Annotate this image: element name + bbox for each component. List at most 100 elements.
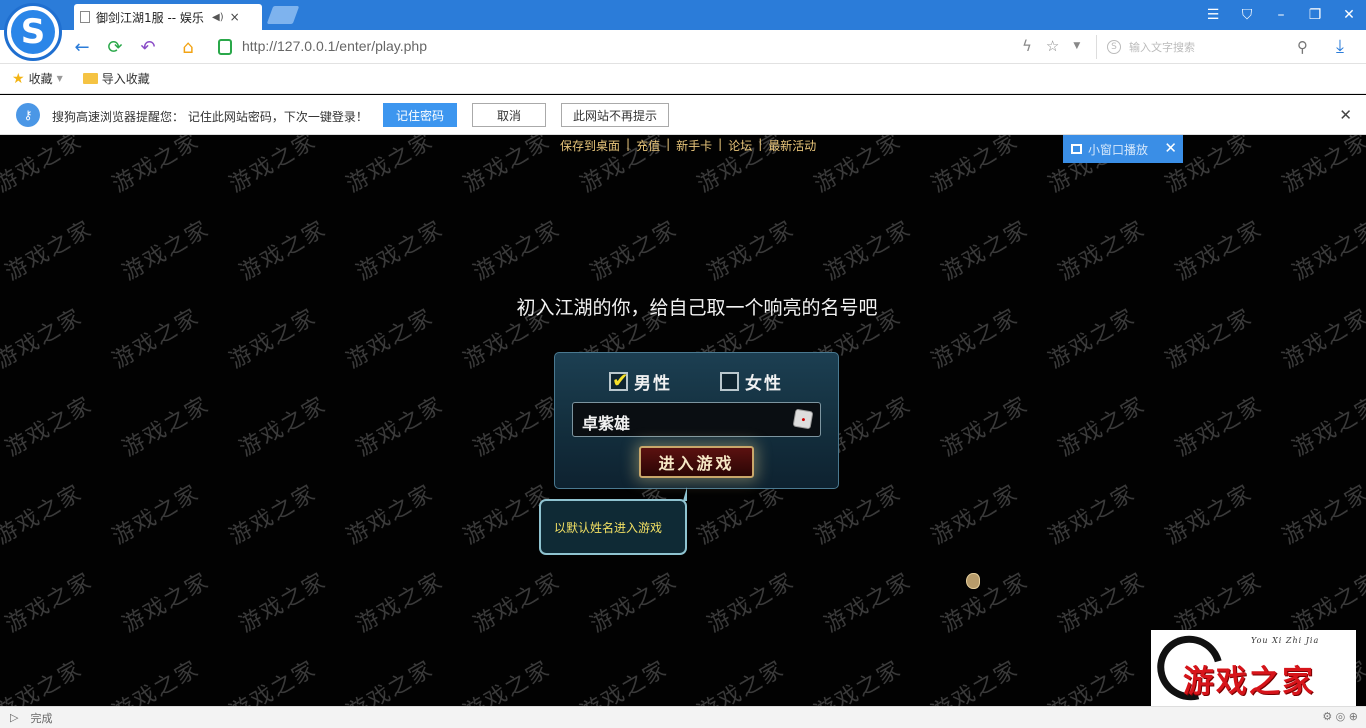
watermark-text: 游戏之家 (703, 216, 800, 286)
sogou-s-icon: S (11, 10, 55, 54)
skin-icon[interactable]: ⛉ (1230, 0, 1264, 30)
favorite-star-icon[interactable]: ☆ (1046, 37, 1059, 55)
document-icon (80, 11, 90, 23)
enter-game-button[interactable]: 进入游戏 (639, 446, 754, 478)
watermark-text: 游戏之家 (586, 216, 683, 286)
watermark-text: 游戏之家 (1, 216, 98, 286)
download-icon[interactable]: ⤓ (1336, 36, 1344, 57)
watermark-text: 游戏之家 (342, 135, 439, 198)
close-icon[interactable]: ✕ (1164, 139, 1177, 157)
cancel-button[interactable]: 取消 (472, 103, 546, 127)
watermark-text: 游戏之家 (469, 392, 566, 462)
watermark-text: 游戏之家 (937, 216, 1034, 286)
watermark-text: 游戏之家 (937, 568, 1034, 638)
watermark-text: 游戏之家 (225, 656, 322, 706)
watermark-text: 游戏之家 (1171, 216, 1268, 286)
search-icon[interactable]: ⚲ (1297, 38, 1308, 56)
watermark-text: 游戏之家 (1, 392, 98, 462)
gender-male-label: 男性 (634, 374, 672, 394)
watermark-text: 游戏之家 (469, 216, 566, 286)
watermark-text: 游戏之家 (352, 216, 449, 286)
new-tab-button[interactable] (266, 6, 300, 24)
sogou-logo[interactable]: S (4, 3, 62, 61)
watermark-text: 游戏之家 (810, 656, 907, 706)
home-button[interactable]: ⌂ (176, 35, 200, 59)
browser-tab[interactable]: 御剑江湖1服 -- 娱乐 ◀) × (74, 4, 262, 30)
link-recharge[interactable]: 充值 (636, 137, 660, 154)
watermark-text: 游戏之家 (576, 656, 673, 706)
link-newbie-card[interactable]: 新手卡 (676, 137, 712, 154)
gender-male-option[interactable]: 男性 (609, 368, 672, 394)
watermark-text: 游戏之家 (810, 135, 907, 198)
search-engine-icon[interactable]: S (1107, 40, 1121, 54)
watermark-text: 游戏之家 (352, 392, 449, 462)
watermark-text: 游戏之家 (586, 568, 683, 638)
watermark-text: 游戏之家 (459, 656, 556, 706)
female-checkbox[interactable] (720, 372, 739, 391)
watermark-text: 游戏之家 (108, 656, 205, 706)
search-box[interactable]: S 输入文字搜索 ⚲ (1096, 35, 1326, 59)
password-prompt-bar: ⚷ 搜狗高速浏览器提醒您： 记住此网站密码，下次一键登录！ 记住密码 取消 此网… (0, 95, 1366, 135)
close-icon[interactable]: ✕ (1339, 106, 1352, 124)
address-bar: ← ⟳ ↶ ⌂ http://127.0.0.1/enter/play.php … (0, 30, 1366, 64)
watermark-text: 游戏之家 (108, 480, 205, 550)
window-controls: ☰ ⛉ – ❐ ✕ (1196, 0, 1366, 30)
character-name-value: 卓紫雄 (582, 414, 631, 433)
watermark-text: 游戏之家 (225, 135, 322, 198)
watermark-text: 游戏之家 (1171, 392, 1268, 462)
back-button[interactable]: ← (70, 35, 94, 59)
never-prompt-button[interactable]: 此网站不再提示 (561, 103, 669, 127)
bookmark-favorites[interactable]: ★ 收藏 ▼ (12, 70, 63, 87)
link-forum[interactable]: 论坛 (728, 137, 752, 154)
lightning-icon[interactable]: ϟ (1022, 37, 1032, 55)
watermark-text: 游戏之家 (235, 568, 332, 638)
search-input[interactable]: 输入文字搜索 (1129, 39, 1289, 55)
bookmark-import[interactable]: 导入收藏 (82, 70, 150, 87)
chevron-down-icon[interactable]: ▼ (1073, 37, 1080, 55)
enter-game-tooltip: 以默认姓名进入游戏 (539, 487, 687, 555)
address-actions: ϟ ☆ ▼ (1022, 37, 1080, 55)
character-name-input[interactable]: 卓紫雄 (572, 402, 821, 437)
gender-female-option[interactable]: 女性 (720, 369, 783, 394)
watermark-text: 游戏之家 (0, 135, 88, 198)
status-bar: ▷ 完成 ⚙ ◎ ⊕ (0, 706, 1366, 728)
close-window-button[interactable]: ✕ (1332, 0, 1366, 30)
link-latest-events[interactable]: 最新活动 (768, 137, 816, 154)
refresh-button[interactable]: ⟳ (103, 35, 127, 59)
watermark-text: 游戏之家 (1054, 392, 1151, 462)
undo-close-button[interactable]: ↶ (136, 35, 160, 59)
tab-close-icon[interactable]: × (230, 10, 240, 24)
watermark-text: 游戏之家 (235, 392, 332, 462)
folder-icon (82, 73, 98, 84)
minimize-button[interactable]: – (1264, 0, 1298, 30)
speaker-icon[interactable]: ◀) (212, 12, 224, 23)
watermark-text: 游戏之家 (342, 480, 439, 550)
watermark-text: 游戏之家 (1288, 568, 1366, 638)
tooltip-text: 以默认姓名进入游戏 (554, 521, 663, 535)
watermark-text: 游戏之家 (108, 135, 205, 198)
site-watermark-logo: You Xi Zhi Jia 游戏之家 (1145, 623, 1356, 706)
watermark-text: 游戏之家 (1054, 568, 1151, 638)
logo-brand-text: 游戏之家 (1183, 664, 1315, 700)
status-tools-icons[interactable]: ⚙ ◎ ⊕ (1322, 710, 1358, 723)
password-prompt-message: 搜狗高速浏览器提醒您： 记住此网站密码，下次一键登录！ (52, 110, 368, 124)
url-field[interactable]: http://127.0.0.1/enter/play.php (242, 38, 427, 54)
maximize-button[interactable]: ❐ (1298, 0, 1332, 30)
bookmark-label: 收藏 (28, 72, 53, 86)
game-top-links: 保存到桌面 | 充值 | 新手卡 | 论坛 | 最新活动 (560, 137, 817, 154)
title-bar: S 御剑江湖1服 -- 娱乐 ◀) × ☰ ⛉ – ❐ ✕ (0, 0, 1366, 61)
male-checkbox[interactable] (609, 368, 631, 392)
remember-password-button[interactable]: 记住密码 (383, 103, 457, 127)
mini-play-label: 小窗口播放 (1088, 142, 1149, 157)
play-icon[interactable]: ▷ (10, 711, 18, 724)
watermark-text: 游戏之家 (820, 216, 917, 286)
watermark-text: 游戏之家 (820, 568, 917, 638)
mini-window-play-button[interactable]: 小窗口播放 ✕ (1063, 135, 1183, 163)
secure-shield-icon (218, 39, 232, 55)
link-save-desktop[interactable]: 保存到桌面 (560, 137, 620, 154)
random-name-dice-icon[interactable] (792, 408, 814, 430)
menu-icon[interactable]: ☰ (1196, 0, 1230, 30)
watermark-text: 游戏之家 (1161, 480, 1258, 550)
bookmarks-bar: ★ 收藏 ▼ 导入收藏 (0, 64, 1366, 94)
character-create-panel: 男性 女性 卓紫雄 进入游戏 (554, 352, 839, 489)
